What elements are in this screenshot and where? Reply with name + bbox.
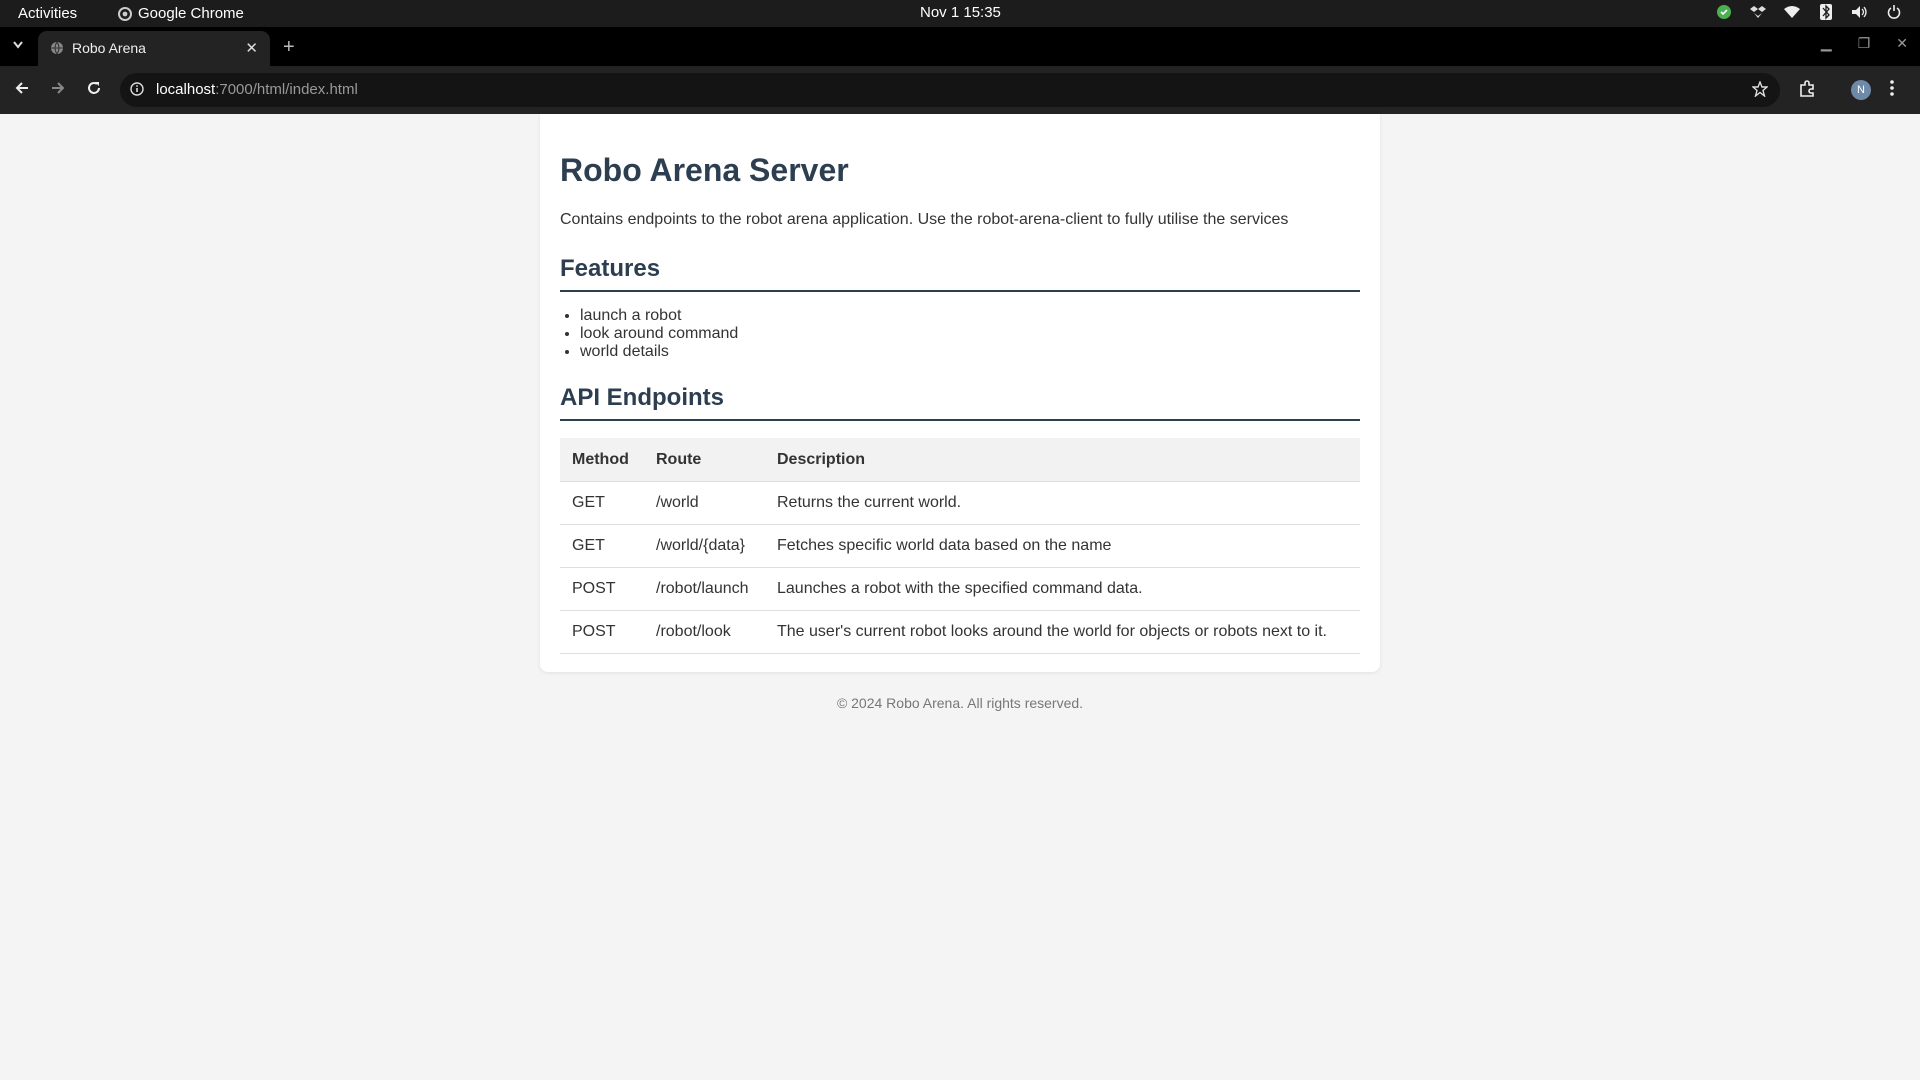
table-row: POST /robot/look The user's current robo… (560, 610, 1360, 654)
tab-title: Robo Arena (72, 40, 146, 56)
system-tray[interactable] (1716, 4, 1902, 20)
content-card: Robo Arena Server Contains endpoints to … (540, 114, 1380, 672)
clock[interactable]: Nov 1 15:35 (920, 4, 1001, 21)
profile-avatar[interactable]: N (1851, 80, 1871, 100)
app-menu[interactable]: Google Chrome (118, 5, 244, 22)
url-text[interactable]: localhost:7000/html/index.html (156, 81, 358, 98)
table-row: GET /world Returns the current world. (560, 481, 1360, 525)
route-cell: /robot/launch (644, 567, 765, 611)
table-row: GET /world/{data} Fetches specific world… (560, 524, 1360, 568)
route-cell: /robot/look (644, 610, 765, 654)
power-icon[interactable] (1886, 4, 1902, 20)
back-arrow-icon[interactable] (14, 80, 30, 101)
page-description: Contains endpoints to the robot arena ap… (560, 211, 1289, 228)
description-cell: Returns the current world. (765, 481, 1360, 525)
table-row: POST /robot/launch Launches a robot with… (560, 567, 1360, 611)
table-header-row: Method Route Description (560, 438, 1360, 482)
window-controls: ▁ ❐ ✕ (1821, 35, 1908, 52)
address-bar[interactable]: localhost:7000/html/index.html (120, 73, 1780, 107)
forward-arrow-icon[interactable] (50, 80, 66, 101)
method-cell: POST (560, 610, 644, 654)
volume-icon[interactable] (1852, 4, 1868, 20)
globe-icon (50, 41, 64, 58)
reload-icon[interactable] (86, 80, 102, 101)
route-cell: /world (644, 481, 765, 525)
app-name: Google Chrome (138, 5, 244, 22)
activities-button[interactable]: Activities (18, 5, 77, 22)
update-check-icon[interactable] (1716, 4, 1732, 20)
tab-strip: Robo Arena ✕ + ▁ ❐ ✕ (0, 27, 1920, 66)
wifi-icon[interactable] (1784, 4, 1800, 20)
new-tab-plus-icon[interactable]: + (283, 36, 295, 59)
site-info-icon[interactable] (130, 82, 144, 100)
browser-toolbar: localhost:7000/html/index.html (0, 66, 1920, 114)
bookmark-star-icon[interactable] (1751, 80, 1769, 101)
column-header-method: Method (560, 438, 644, 482)
page-footer: © 2024 Robo Arena. All rights reserved. (836, 695, 1084, 711)
features-list: launch a robot look around command world… (560, 307, 738, 361)
column-header-description: Description (765, 438, 1360, 482)
description-cell: Launches a robot with the specified comm… (765, 567, 1360, 611)
dropbox-icon[interactable] (1750, 4, 1766, 20)
window-close-icon[interactable]: ✕ (1896, 35, 1908, 52)
api-endpoints-heading: API Endpoints (560, 384, 1360, 421)
description-cell: The user's current robot looks around th… (765, 610, 1360, 654)
method-cell: POST (560, 567, 644, 611)
page-title: Robo Arena Server (560, 152, 849, 188)
method-cell: GET (560, 524, 644, 568)
system-top-bar: Activities Google Chrome Nov 1 15:35 (0, 0, 1920, 27)
url-host: localhost (156, 81, 216, 98)
features-heading: Features (560, 255, 1360, 292)
column-header-route: Route (644, 438, 765, 482)
minimize-icon[interactable]: ▁ (1821, 35, 1832, 52)
endpoints-table: Method Route Description GET /world Retu… (560, 438, 1360, 654)
description-cell: Fetches specific world data based on the… (765, 524, 1360, 568)
tab-robo-arena[interactable]: Robo Arena ✕ (38, 31, 270, 66)
list-item: launch a robot (580, 307, 738, 325)
kebab-menu-icon[interactable] (1890, 80, 1894, 101)
list-item: look around command (580, 325, 738, 343)
list-item: world details (580, 343, 738, 361)
bluetooth-icon[interactable] (1818, 4, 1834, 20)
method-cell: GET (560, 481, 644, 525)
tab-close-icon[interactable]: ✕ (245, 39, 258, 57)
url-path: :7000/html/index.html (215, 81, 358, 98)
route-cell: /world/{data} (644, 524, 765, 568)
extensions-puzzle-icon[interactable] (1799, 80, 1817, 103)
chrome-icon (118, 6, 132, 21)
restore-icon[interactable]: ❐ (1858, 35, 1871, 52)
tab-search-chevron-icon[interactable] (12, 37, 24, 55)
